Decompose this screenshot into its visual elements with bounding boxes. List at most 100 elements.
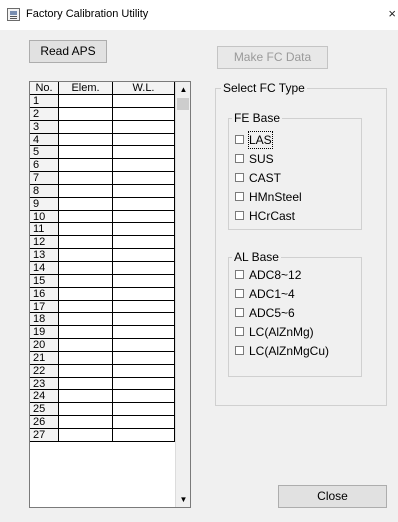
checkbox[interactable] xyxy=(235,154,244,163)
element-cell[interactable] xyxy=(59,249,113,262)
checkbox[interactable] xyxy=(235,289,244,298)
close-icon[interactable]: × xyxy=(382,5,396,23)
element-cell[interactable] xyxy=(59,107,113,121)
checkbox[interactable] xyxy=(235,173,244,182)
element-cell[interactable] xyxy=(59,390,113,404)
wavelength-cell[interactable] xyxy=(113,428,175,442)
checkbox[interactable] xyxy=(235,327,244,336)
table-row[interactable]: 27 xyxy=(30,428,175,442)
element-cell[interactable] xyxy=(59,377,113,391)
element-cell[interactable] xyxy=(59,236,113,250)
element-cell[interactable] xyxy=(59,339,113,352)
element-cell[interactable] xyxy=(59,351,113,365)
table-row[interactable]: 21 xyxy=(30,351,175,365)
table-row[interactable]: 10 xyxy=(30,210,175,224)
checkbox[interactable] xyxy=(235,192,244,201)
table-row[interactable]: 8 xyxy=(30,184,175,198)
table-row[interactable]: 7 xyxy=(30,172,175,185)
element-cell[interactable] xyxy=(59,416,113,429)
element-cell[interactable] xyxy=(59,159,113,173)
wavelength-cell[interactable] xyxy=(113,249,175,262)
table-row[interactable]: 24 xyxy=(30,390,175,404)
table-row[interactable]: 1 xyxy=(30,95,175,108)
element-cell[interactable] xyxy=(59,133,113,147)
element-cell[interactable] xyxy=(59,313,113,327)
wavelength-cell[interactable] xyxy=(113,300,175,314)
wavelength-cell[interactable] xyxy=(113,236,175,250)
checkbox[interactable] xyxy=(235,211,244,220)
wavelength-cell[interactable] xyxy=(113,390,175,404)
checkbox[interactable] xyxy=(235,270,244,279)
table-row[interactable]: 11 xyxy=(30,223,175,237)
table-row[interactable]: 2 xyxy=(30,107,175,121)
table-row[interactable]: 16 xyxy=(30,287,175,301)
element-cell[interactable] xyxy=(59,95,113,108)
element-cell[interactable] xyxy=(59,428,113,442)
element-cell[interactable] xyxy=(59,223,113,237)
table-row[interactable]: 14 xyxy=(30,261,175,275)
wavelength-cell[interactable] xyxy=(113,120,175,134)
element-cell[interactable] xyxy=(59,287,113,301)
table-row[interactable]: 22 xyxy=(30,364,175,378)
element-cell[interactable] xyxy=(59,120,113,134)
wavelength-cell[interactable] xyxy=(113,159,175,173)
element-cell[interactable] xyxy=(59,172,113,185)
wavelength-cell[interactable] xyxy=(113,377,175,391)
element-cell[interactable] xyxy=(59,210,113,224)
wavelength-cell[interactable] xyxy=(113,313,175,327)
table-row[interactable]: 9 xyxy=(30,197,175,211)
table-row[interactable]: 18 xyxy=(30,313,175,327)
close-button[interactable]: Close xyxy=(278,485,387,508)
wavelength-cell[interactable] xyxy=(113,261,175,275)
element-cell[interactable] xyxy=(59,146,113,160)
element-cell[interactable] xyxy=(59,261,113,275)
element-cell[interactable] xyxy=(59,197,113,211)
element-cell[interactable] xyxy=(59,403,113,417)
table-row[interactable]: 13 xyxy=(30,249,175,262)
wavelength-cell[interactable] xyxy=(113,364,175,378)
wavelength-cell[interactable] xyxy=(113,146,175,160)
element-cell[interactable] xyxy=(59,364,113,378)
wavelength-cell[interactable] xyxy=(113,339,175,352)
scroll-thumb[interactable] xyxy=(177,98,189,110)
checkbox[interactable] xyxy=(235,346,244,355)
table-row[interactable]: 5 xyxy=(30,146,175,160)
checkbox[interactable] xyxy=(235,135,244,144)
table-row[interactable]: 23 xyxy=(30,377,175,391)
element-cell[interactable] xyxy=(59,184,113,198)
table-row[interactable]: 26 xyxy=(30,416,175,429)
table-row[interactable]: 12 xyxy=(30,236,175,250)
wavelength-cell[interactable] xyxy=(113,210,175,224)
wavelength-cell[interactable] xyxy=(113,172,175,185)
wavelength-cell[interactable] xyxy=(113,416,175,429)
wavelength-cell[interactable] xyxy=(113,351,175,365)
scroll-down-icon[interactable]: ▼ xyxy=(176,492,190,507)
element-cell[interactable] xyxy=(59,300,113,314)
table-row[interactable]: 20 xyxy=(30,339,175,352)
make-fc-data-button[interactable]: Make FC Data xyxy=(217,46,328,69)
read-aps-button[interactable]: Read APS xyxy=(29,40,107,63)
wavelength-cell[interactable] xyxy=(113,403,175,417)
element-cell[interactable] xyxy=(59,274,113,288)
table-row[interactable]: 25 xyxy=(30,403,175,417)
wavelength-cell[interactable] xyxy=(113,287,175,301)
table-row[interactable]: 3 xyxy=(30,120,175,134)
table-row[interactable]: 19 xyxy=(30,326,175,340)
wavelength-cell[interactable] xyxy=(113,274,175,288)
wavelength-cell[interactable] xyxy=(113,197,175,211)
table-row[interactable]: 6 xyxy=(30,159,175,173)
wavelength-cell[interactable] xyxy=(113,326,175,340)
checkbox[interactable] xyxy=(235,308,244,317)
table-row[interactable]: 17 xyxy=(30,300,175,314)
wavelength-cell[interactable] xyxy=(113,95,175,108)
wavelength-cell[interactable] xyxy=(113,133,175,147)
grid-scrollbar[interactable]: ▲ ▼ xyxy=(175,82,190,507)
wavelength-grid[interactable]: No. Elem. W.L. 1 2 3 4 5 6 7 8 9 10 11 12 13 14 15 16 17… xyxy=(29,81,191,508)
table-row[interactable]: 15 xyxy=(30,274,175,288)
wavelength-cell[interactable] xyxy=(113,223,175,237)
wavelength-cell[interactable] xyxy=(113,184,175,198)
table-row[interactable]: 4 xyxy=(30,133,175,147)
scroll-up-icon[interactable]: ▲ xyxy=(176,82,190,97)
element-cell[interactable] xyxy=(59,326,113,340)
wavelength-cell[interactable] xyxy=(113,107,175,121)
